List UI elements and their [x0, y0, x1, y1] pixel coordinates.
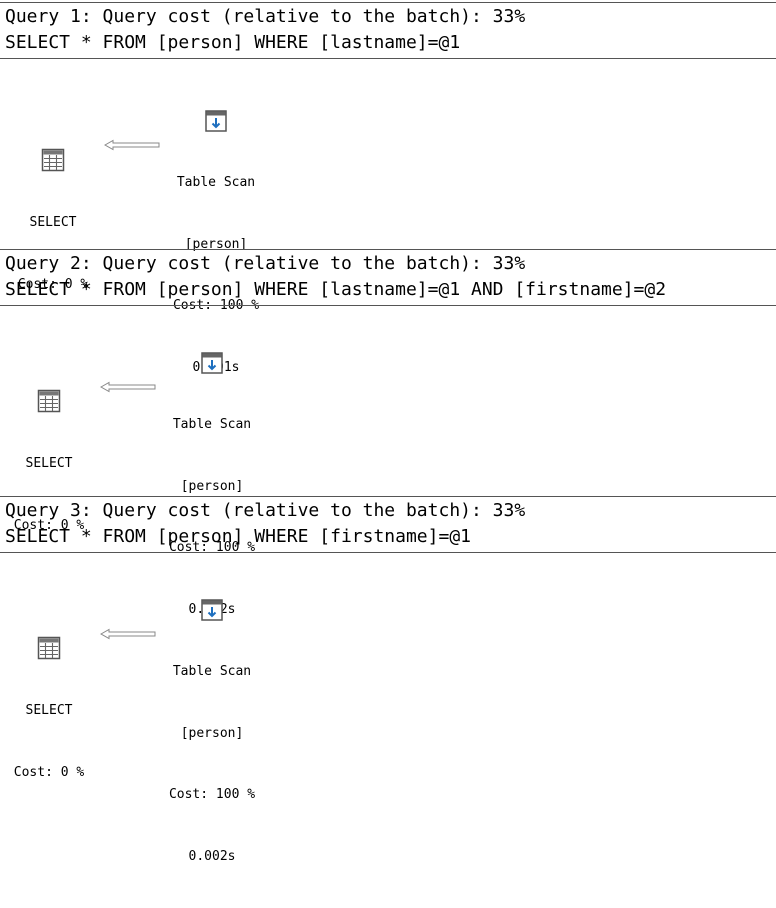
table-scan-icon: [205, 110, 227, 132]
query-cost-line: Query 1: Query cost (relative to the bat…: [5, 6, 526, 27]
table-name: [person]: [180, 478, 244, 494]
table-scan-node[interactable]: Table Scan [person] Cost: 100 % 0.002s: [153, 558, 271, 908]
query-plan-2: Query 2: Query cost (relative to the bat…: [0, 249, 776, 617]
data-flow-arrow: [104, 139, 160, 151]
execution-plan: SELECT Cost: 0 % Table Scan [person] Cos…: [0, 553, 776, 864]
select-label: SELECT: [25, 456, 73, 471]
operator-name: Table Scan: [172, 417, 252, 432]
query-sql-text: SELECT * FROM [person] WHERE [firstname]…: [5, 526, 471, 547]
query-header: Query 3: Query cost (relative to the bat…: [0, 496, 776, 553]
query-sql-text: SELECT * FROM [person] WHERE [lastname]=…: [5, 279, 667, 300]
table-scan-icon: [201, 599, 223, 621]
data-flow-arrow: [100, 381, 156, 393]
query-plan-1: Query 1: Query cost (relative to the bat…: [0, 2, 776, 375]
query-plan-3: Query 3: Query cost (relative to the bat…: [0, 496, 776, 864]
select-label: SELECT: [25, 703, 73, 718]
execution-plan: SELECT Cost: 0 % Table Scan [person] Cos…: [0, 306, 776, 617]
query-cost-line: Query 3: Query cost (relative to the bat…: [5, 500, 526, 521]
select-cost: Cost: 0 %: [13, 764, 85, 780]
query-header: Query 2: Query cost (relative to the bat…: [0, 249, 776, 306]
select-result-icon: [37, 389, 61, 413]
table-scan-icon: [201, 352, 223, 374]
table-name: [person]: [180, 725, 244, 741]
execution-plan: SELECT Cost: 0 % Table Scan [person] Cos…: [0, 59, 776, 375]
select-node[interactable]: SELECT Cost: 0 %: [1, 595, 97, 824]
select-result-icon: [41, 148, 65, 172]
select-label: SELECT: [29, 215, 77, 230]
data-flow-arrow: [100, 628, 156, 640]
operator-time: 0.002s: [188, 848, 236, 864]
query-sql-text: SELECT * FROM [person] WHERE [lastname]=…: [5, 32, 461, 53]
query-cost-line: Query 2: Query cost (relative to the bat…: [5, 253, 526, 274]
query-header: Query 1: Query cost (relative to the bat…: [0, 2, 776, 59]
operator-name: Table Scan: [176, 175, 256, 190]
select-result-icon: [37, 636, 61, 660]
operator-name: Table Scan: [172, 664, 252, 679]
operator-cost: Cost: 100 %: [168, 787, 256, 802]
